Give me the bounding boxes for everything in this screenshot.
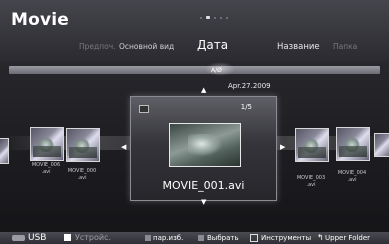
thumbnail-partial[interactable] [0,138,9,164]
focused-thumbnail [169,123,241,167]
thumbnail-label: MOVIE_004 .avi [337,170,367,183]
tools-icon [250,234,258,242]
thumbnail-image [30,127,64,161]
arrow-up-icon[interactable]: ▲ [201,86,206,94]
tools-button[interactable]: Инструменты [261,232,311,244]
focused-item-date: Apr.27.2009 [228,82,271,90]
thumbnail-label: MOVIE_003 .avi [296,175,326,188]
thumbnail-label: MOVIE_000 .avi [67,168,97,181]
favorites-button[interactable]: пар.изб. [153,232,183,244]
select-button[interactable]: Выбрать [207,232,239,244]
tab-basic-view[interactable]: Основной вид [119,38,174,56]
footer-bar: USB Устройс. пар.изб. Выбрать Инструмент… [0,232,389,244]
media-browser-screen: Movie Предпоч. Основной вид Дата Названи… [0,0,389,244]
focused-item-card[interactable]: 1/5 MOVIE_001.avi [130,96,277,201]
thumbnail-image [66,128,100,162]
page-indicator [200,16,228,19]
thumbnail-image [336,127,370,161]
device-label: USB [28,233,47,243]
page-dot [226,16,228,19]
thumbnail-label: MOVIE_006 .avi [31,162,61,175]
select-key-icon [198,235,204,241]
tab-name[interactable]: Название [277,38,320,56]
item-counter: 1/5 [240,103,252,111]
thumbnail-image [295,128,329,162]
movie-file-icon [139,105,149,113]
tab-date[interactable]: Дата [197,36,228,54]
index-marker: A/Ø [211,67,222,74]
upper-folder-button[interactable]: Upper Folder [325,232,370,244]
thumbnail-partial[interactable] [374,133,389,157]
tab-preferred[interactable]: Предпоч. [79,38,116,56]
arrow-left-icon[interactable]: ◀ [121,143,126,151]
focused-filename: MOVIE_001.avi [162,179,245,192]
header-bar: Movie Предпоч. Основной вид Дата Названи… [0,0,389,62]
favorites-key-icon [145,235,151,241]
page-dot [214,16,216,19]
index-bar[interactable] [9,66,380,74]
page-title: Movie [11,10,70,30]
return-icon: ↰ [317,233,324,242]
device-button[interactable]: Устройс. [75,232,111,244]
page-dot [220,16,222,19]
tab-folder[interactable]: Папка [333,38,357,56]
page-dot [200,16,202,19]
arrow-right-icon[interactable]: ▶ [280,143,285,151]
page-dot-active [206,16,210,19]
device-icon [64,234,71,241]
usb-icon [12,235,25,241]
arrow-down-icon[interactable]: ▼ [201,198,206,206]
sort-tabs: Предпоч. Основной вид Дата Название Папк… [0,38,389,56]
